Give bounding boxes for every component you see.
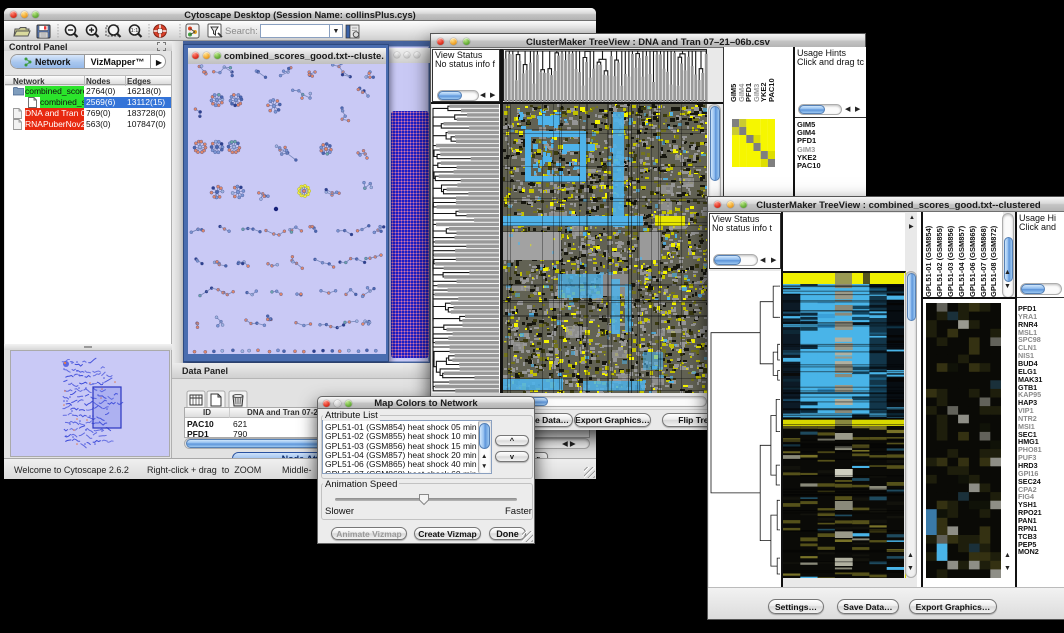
svg-text:1:1: 1:1 [131,28,139,34]
